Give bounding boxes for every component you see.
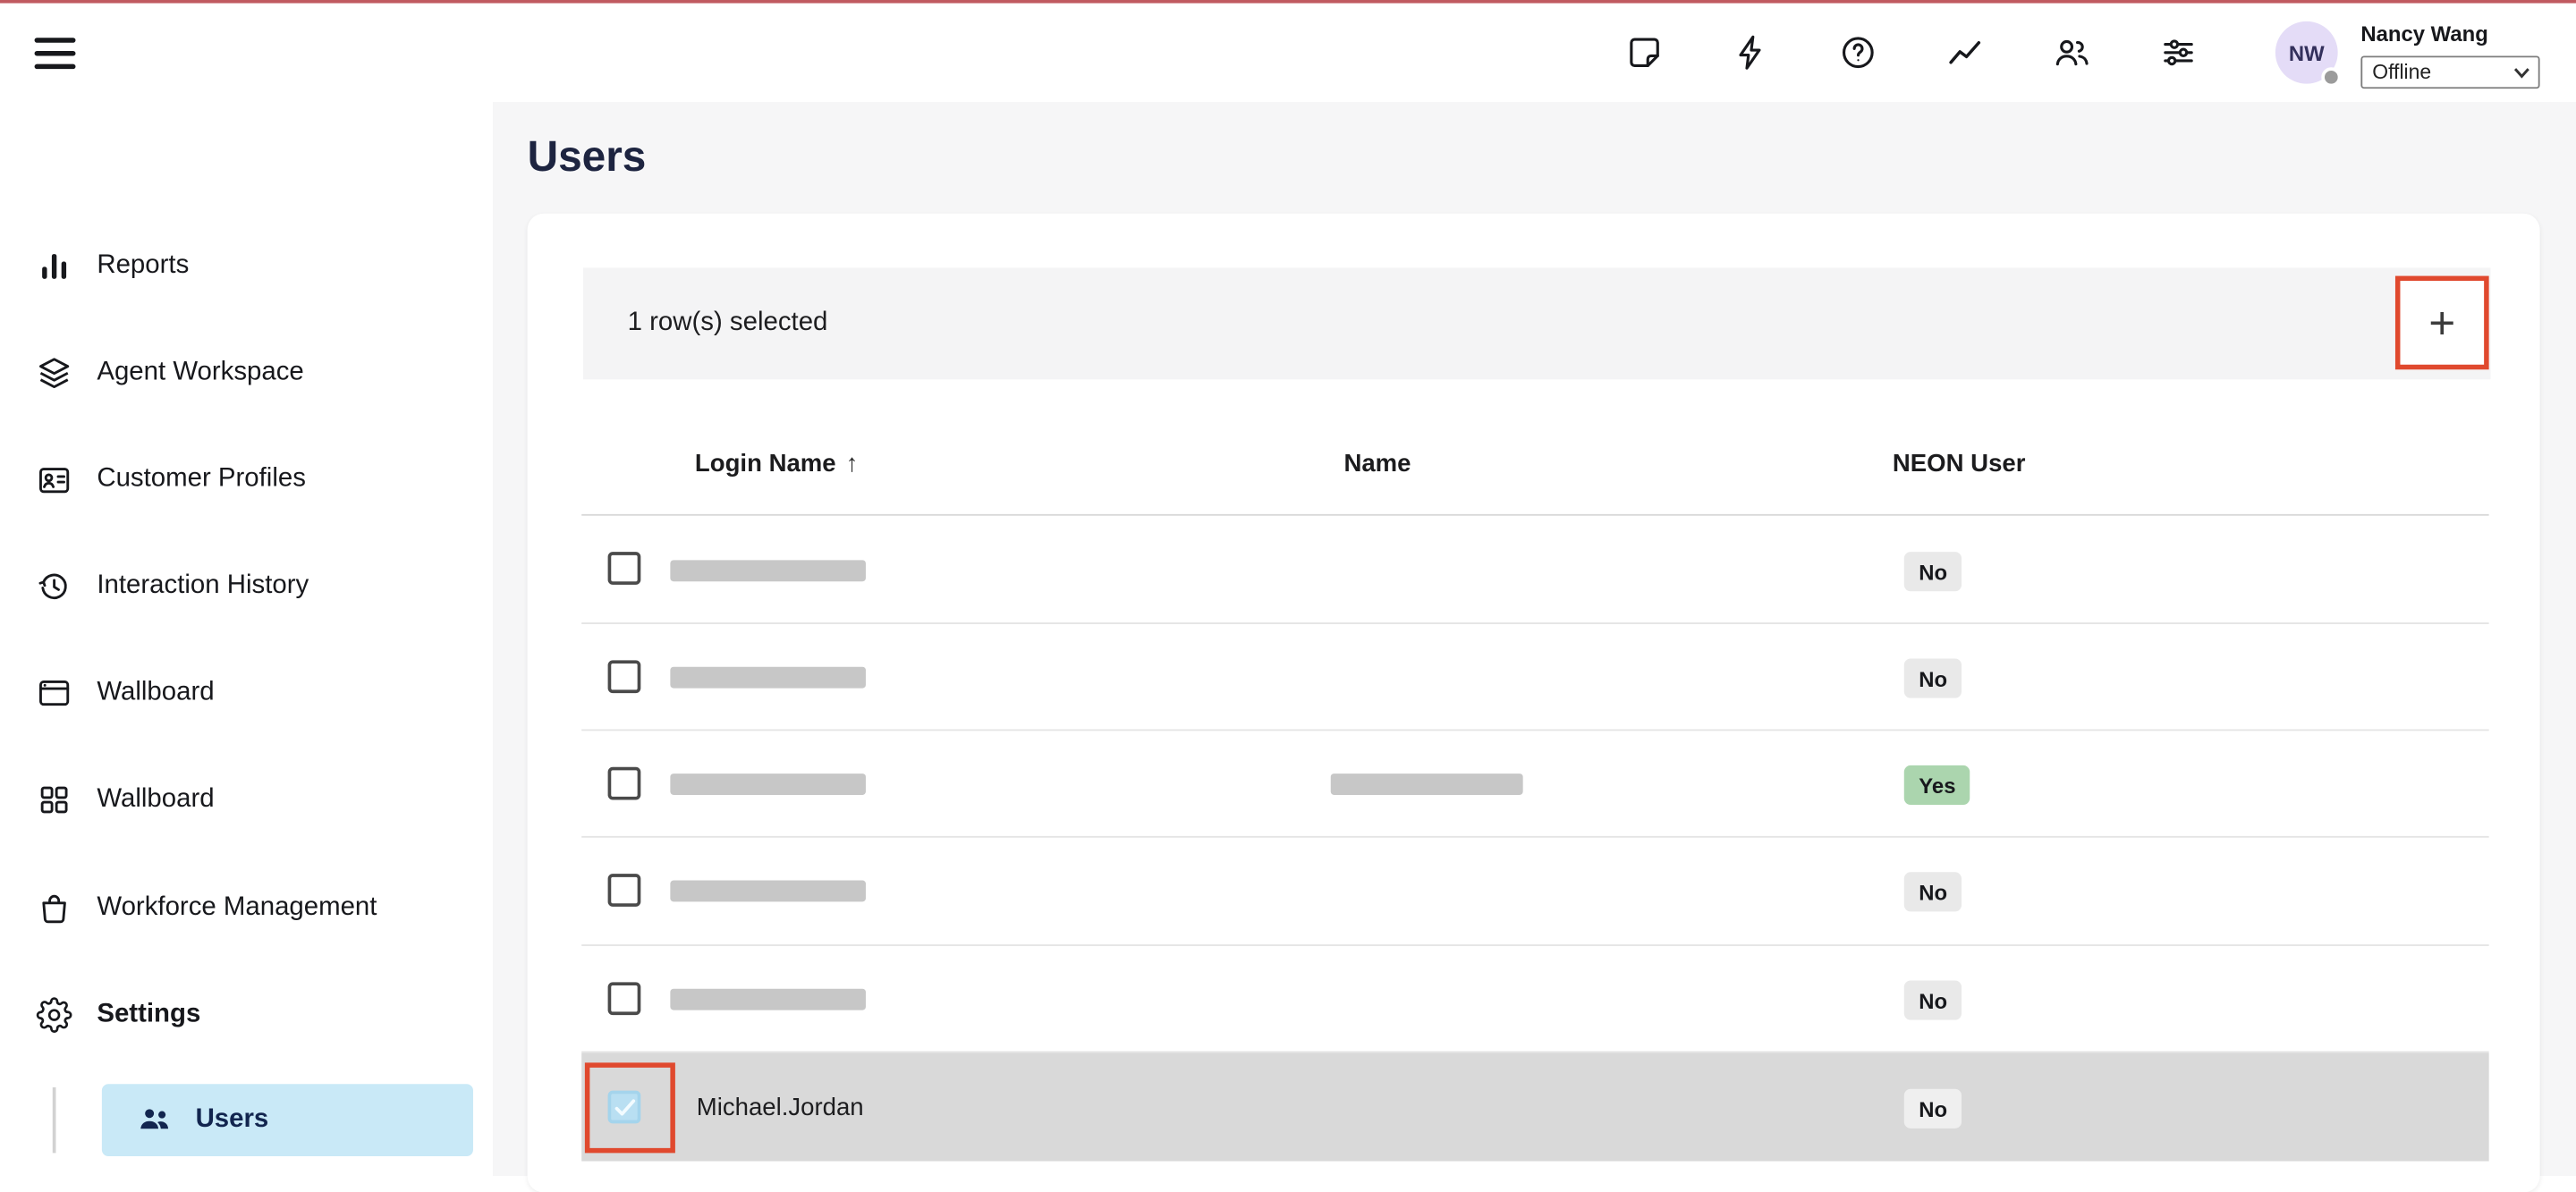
row-checkbox[interactable]: [608, 552, 641, 585]
sidebar-item-label: Customer Profiles: [97, 465, 306, 495]
table-row[interactable]: No: [581, 624, 2488, 731]
id-card-icon: [36, 461, 72, 497]
status-select[interactable]: Offline: [2360, 55, 2539, 89]
neon-user-badge: No: [1904, 1089, 1962, 1129]
row-checkbox[interactable]: [608, 874, 641, 907]
row-checkbox[interactable]: [608, 767, 641, 800]
add-user-button[interactable]: +: [2395, 276, 2489, 370]
sort-ascending-icon[interactable]: ↑: [846, 449, 859, 477]
sidebar-item-customer-profiles[interactable]: Customer Profiles: [0, 444, 493, 516]
table-row[interactable]: No: [581, 946, 2488, 1053]
notes-icon[interactable]: [1625, 33, 1665, 72]
redacted-login-name: [670, 774, 866, 795]
table-body: No No Yes No No: [581, 516, 2488, 1162]
help-icon[interactable]: [1838, 33, 1877, 72]
sidebar-item-label: Reports: [97, 251, 189, 281]
bag-icon: [36, 891, 72, 926]
window-icon: [36, 675, 72, 711]
bar-chart-icon: [36, 248, 72, 283]
sidebar-item-label: Wallboard: [97, 785, 214, 815]
neon-user-badge: Yes: [1904, 765, 1970, 805]
sidebar-item-label: Interaction History: [97, 571, 309, 601]
redacted-login-name: [670, 989, 866, 1010]
sidebar-item-label: Settings: [97, 1001, 200, 1030]
table-row[interactable]: Yes: [581, 731, 2488, 837]
selection-toolbar: 1 row(s) selected +: [583, 267, 2490, 379]
sidebar-item-wallboard[interactable]: Wallboard: [0, 657, 493, 730]
redacted-login-name: [670, 560, 866, 581]
table-row-selected[interactable]: Michael.Jordan No: [581, 1053, 2488, 1161]
grid-icon: [36, 782, 72, 817]
hamburger-menu-icon[interactable]: [35, 33, 76, 72]
sidebar-item-reports[interactable]: Reports: [0, 230, 493, 302]
topbar-icon-group: [1625, 4, 2199, 102]
row-checkbox[interactable]: [608, 660, 641, 693]
sidebar-item-users[interactable]: Users: [102, 1084, 473, 1156]
avatar-initials: NW: [2289, 40, 2325, 65]
neon-user-badge: No: [1904, 981, 1962, 1020]
table-header: Login Name ↑ Name NEON User: [581, 410, 2488, 516]
sidebar-item-label: Users: [196, 1105, 269, 1135]
table-row[interactable]: No: [581, 516, 2488, 624]
status-select-value: Offline: [2372, 61, 2431, 84]
sidebar-item-workforce-management[interactable]: Workforce Management: [0, 872, 493, 944]
selection-count-text: 1 row(s) selected: [628, 309, 828, 338]
sidebar-item-settings[interactable]: Settings: [0, 979, 493, 1052]
row-checkbox-checked[interactable]: [608, 1091, 641, 1124]
top-bar: NW Nancy Wang Offline: [0, 4, 2576, 102]
analytics-icon[interactable]: [1945, 33, 1985, 72]
sidebar-item-wallboard-2[interactable]: Wallboard: [0, 764, 493, 836]
sidebar-item-label: Workforce Management: [97, 893, 377, 923]
neon-user-badge: No: [1904, 659, 1962, 698]
column-header-neon-user[interactable]: NEON User: [1893, 410, 2026, 516]
check-icon: [614, 1096, 635, 1118]
sidebar-item-agent-workspace[interactable]: Agent Workspace: [0, 337, 493, 410]
presence-dot: [2321, 67, 2341, 87]
gear-icon: [36, 997, 72, 1033]
chevron-down-icon: [2513, 66, 2529, 78]
app-window: NW Nancy Wang Offline Reports Agent Work…: [0, 0, 2576, 1176]
table-row[interactable]: No: [581, 838, 2488, 946]
sidebar-item-label: Agent Workspace: [97, 358, 303, 387]
sidebar-item-interaction-history[interactable]: Interaction History: [0, 550, 493, 622]
user-name: Nancy Wang: [2360, 21, 2487, 46]
preferences-icon[interactable]: [2158, 33, 2198, 72]
redacted-name: [1331, 774, 1523, 795]
neon-user-badge: No: [1904, 552, 1962, 591]
sidebar: Reports Agent Workspace Customer Profile…: [0, 102, 493, 1176]
login-name-cell: Michael.Jordan: [697, 1053, 864, 1161]
page-title: Users: [528, 131, 647, 182]
users-card: 1 row(s) selected + Login Name ↑ Name NE…: [528, 214, 2540, 1192]
row-checkbox[interactable]: [608, 982, 641, 1015]
users-icon: [135, 1101, 174, 1140]
tree-indent-guide: [53, 1087, 56, 1153]
column-header-name[interactable]: Name: [1343, 410, 1411, 516]
quick-actions-icon[interactable]: [1732, 33, 1771, 72]
redacted-login-name: [670, 667, 866, 689]
redacted-login-name: [670, 880, 866, 901]
layers-icon: [36, 355, 72, 391]
neon-user-badge: No: [1904, 872, 1962, 911]
contacts-icon[interactable]: [2052, 33, 2091, 72]
column-header-login-name[interactable]: Login Name ↑: [695, 410, 858, 516]
sidebar-item-label: Wallboard: [97, 679, 214, 708]
history-icon: [36, 569, 72, 604]
